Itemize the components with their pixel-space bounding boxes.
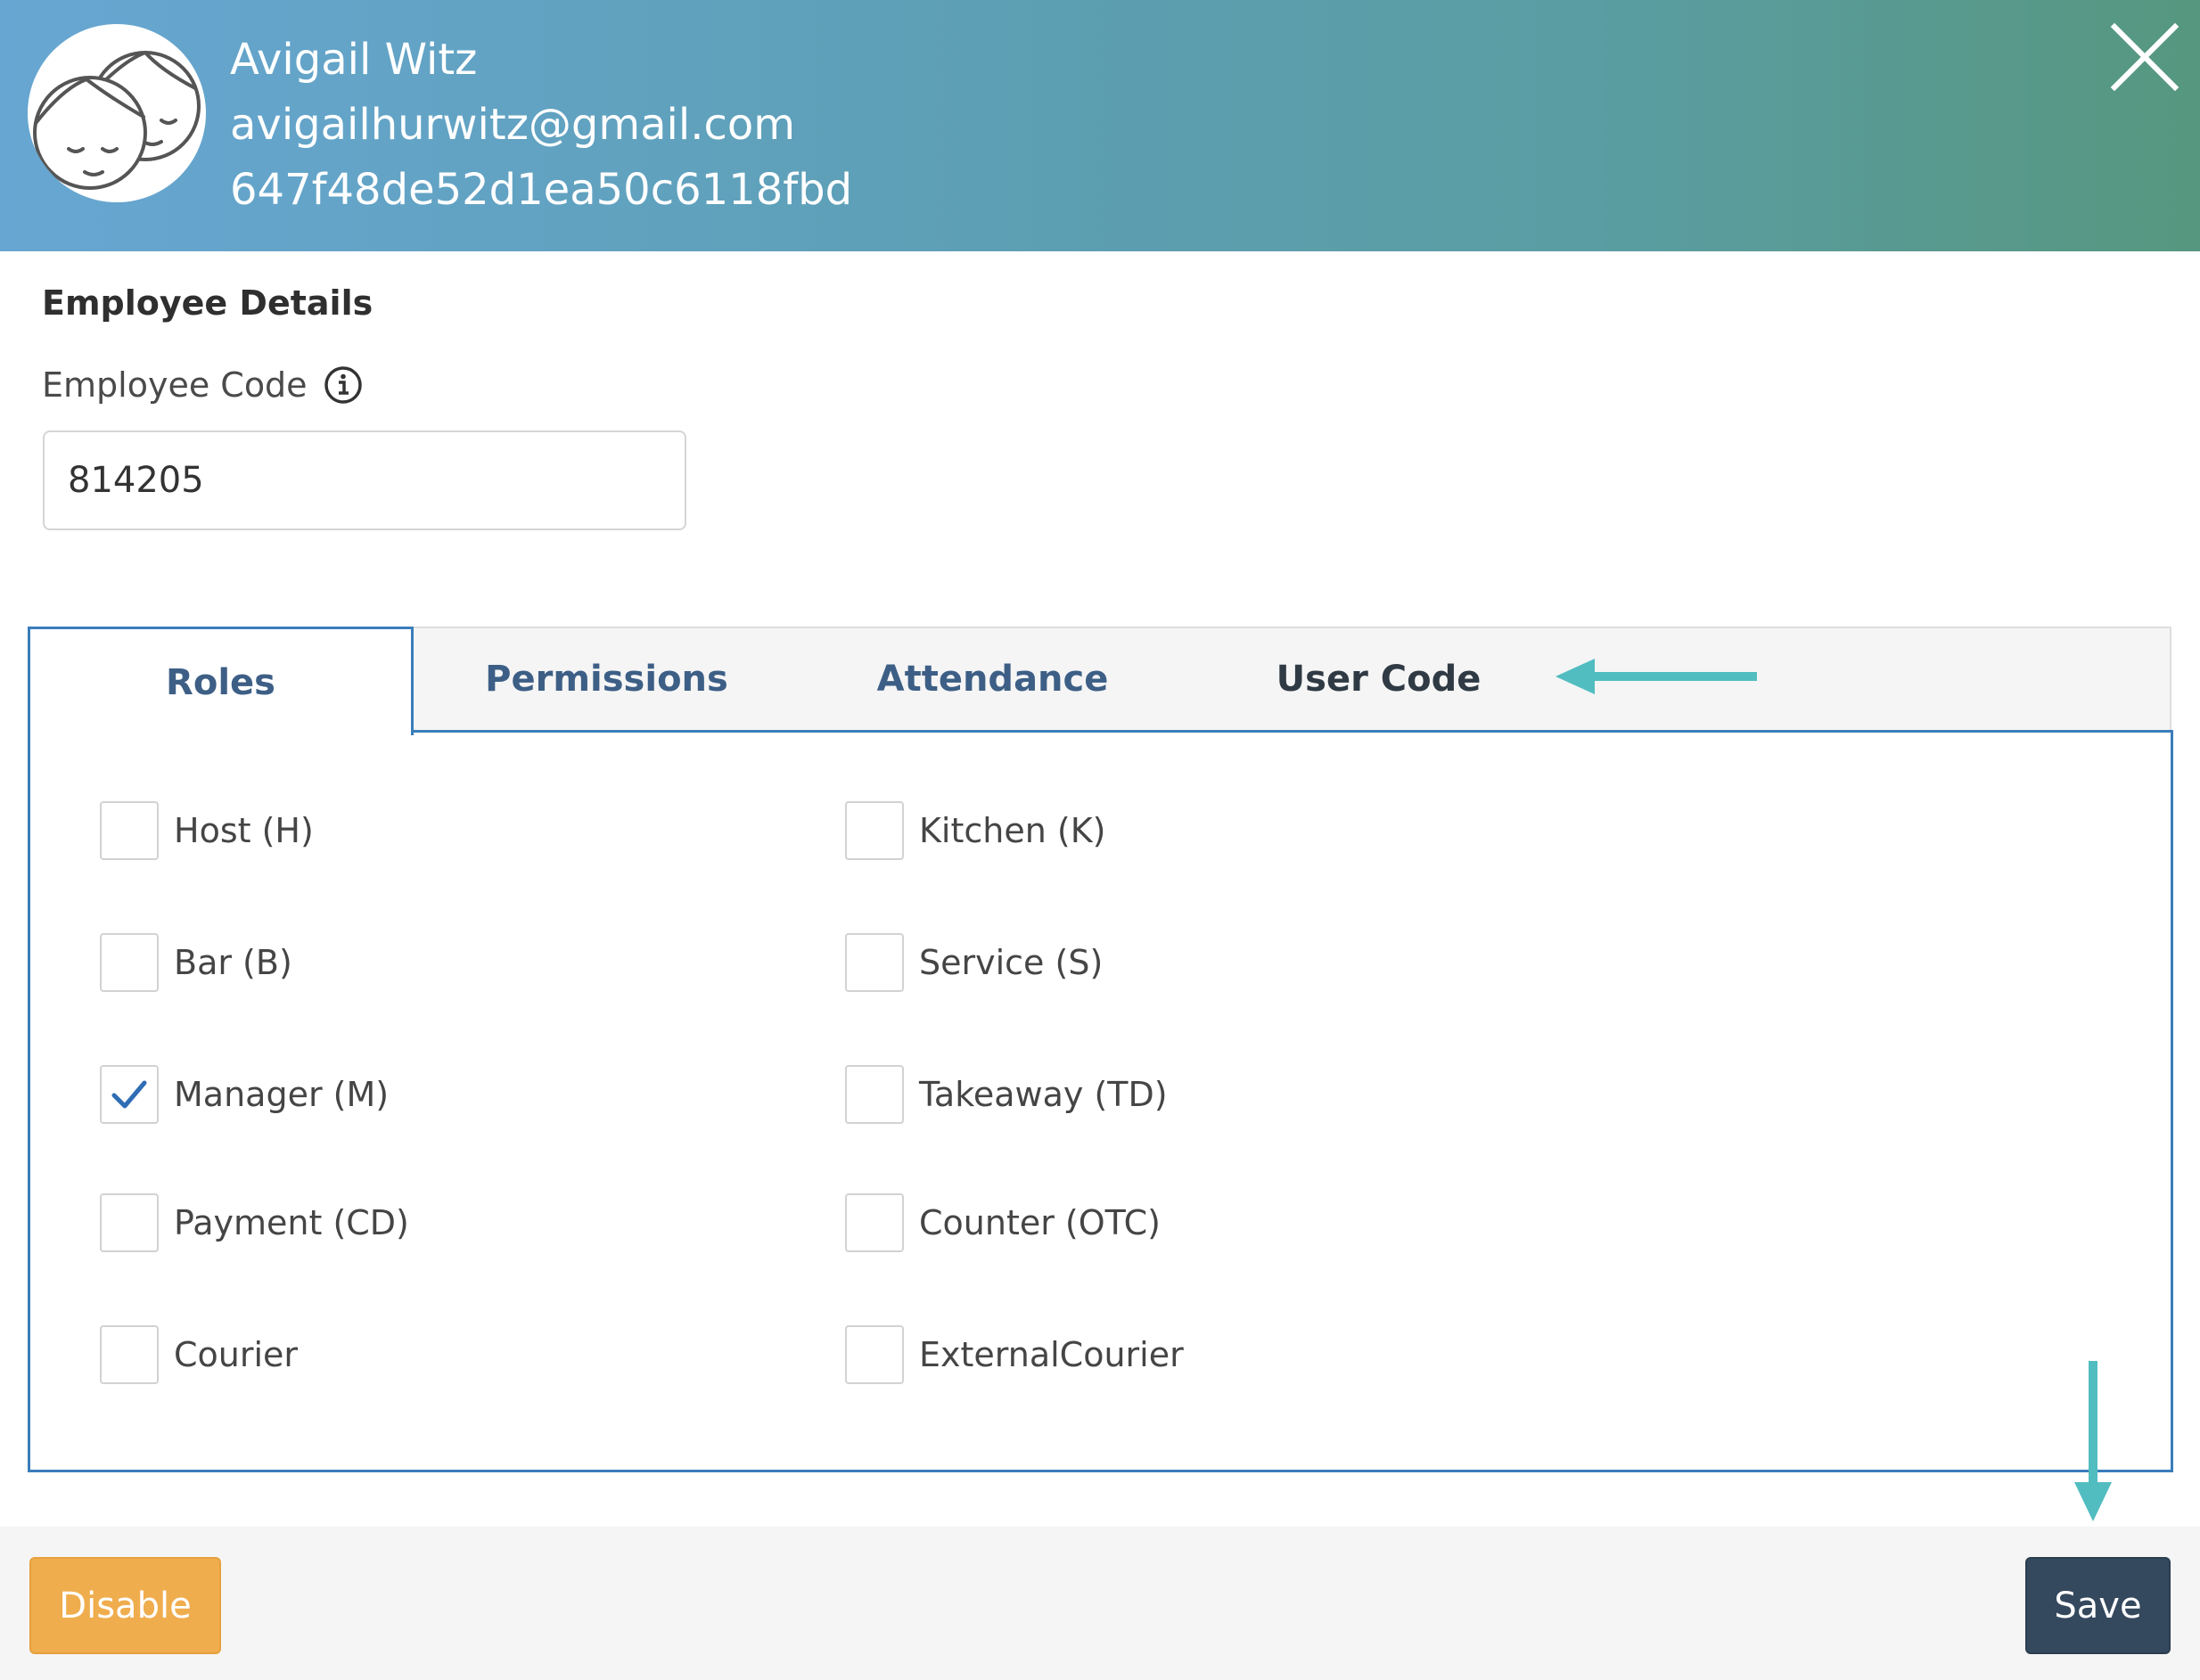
role-takeaway[interactable]: Takeaway (TD) <box>845 1063 1168 1126</box>
role-label: Kitchen (K) <box>919 811 1106 850</box>
checkbox[interactable] <box>845 1193 904 1252</box>
employee-code-label: Employee Code <box>42 365 308 405</box>
tab-roles[interactable]: Roles <box>28 627 414 735</box>
role-service[interactable]: Service (S) <box>845 931 1103 994</box>
checkbox[interactable] <box>845 933 904 992</box>
role-label: ExternalCourier <box>919 1335 1184 1374</box>
checkbox[interactable] <box>845 1325 904 1384</box>
checkbox[interactable] <box>845 801 904 860</box>
checkbox-checked[interactable] <box>100 1065 159 1124</box>
role-label: Service (S) <box>919 943 1104 982</box>
checkbox[interactable] <box>100 1325 159 1384</box>
checkmark-icon <box>111 1080 147 1109</box>
tab-permissions[interactable]: Permissions <box>414 627 800 732</box>
info-icon[interactable] <box>324 365 363 405</box>
close-button[interactable] <box>2107 20 2182 94</box>
section-title: Employee Details <box>42 283 374 323</box>
role-label: Manager (M) <box>174 1075 390 1114</box>
role-payment[interactable]: Payment (CD) <box>100 1192 409 1254</box>
role-label: Takeaway (TD) <box>919 1075 1168 1114</box>
checkbox[interactable] <box>100 1193 159 1252</box>
role-host[interactable]: Host (H) <box>100 799 314 862</box>
role-external-courier[interactable]: ExternalCourier <box>845 1324 1184 1386</box>
avatar <box>28 24 206 202</box>
role-courier[interactable]: Courier <box>100 1324 298 1386</box>
role-label: Bar (B) <box>174 943 292 982</box>
role-counter[interactable]: Counter (OTC) <box>845 1192 1161 1254</box>
footer-bar <box>0 1527 2200 1680</box>
user-email: avigailhurwitz@gmail.com <box>230 100 795 150</box>
disable-button[interactable]: Disable <box>29 1557 221 1654</box>
role-label: Counter (OTC) <box>919 1203 1162 1242</box>
tab-attendance[interactable]: Attendance <box>800 627 1186 732</box>
role-label: Payment (CD) <box>174 1203 409 1242</box>
checkbox[interactable] <box>845 1065 904 1124</box>
user-id: 647f48de52d1ea50c6118fbd <box>230 165 853 215</box>
tab-user-code[interactable]: User Code <box>1186 627 1572 732</box>
arrow-left-icon <box>1556 659 1757 694</box>
role-kitchen[interactable]: Kitchen (K) <box>845 799 1105 862</box>
user-name: Avigail Witz <box>230 35 478 85</box>
checkbox[interactable] <box>100 801 159 860</box>
two-faces-avatar-icon <box>33 50 201 190</box>
arrow-down-icon <box>2074 1361 2112 1521</box>
save-button[interactable]: Save <box>2025 1557 2171 1654</box>
role-label: Courier <box>174 1335 299 1374</box>
user-header: Avigail Witz avigailhurwitz@gmail.com 64… <box>0 0 2200 251</box>
role-manager[interactable]: Manager (M) <box>100 1063 389 1126</box>
role-label: Host (H) <box>174 811 314 850</box>
role-bar[interactable]: Bar (B) <box>100 931 292 994</box>
close-icon <box>2110 22 2179 92</box>
checkbox[interactable] <box>100 933 159 992</box>
employee-code-input[interactable] <box>43 430 686 530</box>
employee-code-label-row: Employee Code <box>42 358 363 412</box>
